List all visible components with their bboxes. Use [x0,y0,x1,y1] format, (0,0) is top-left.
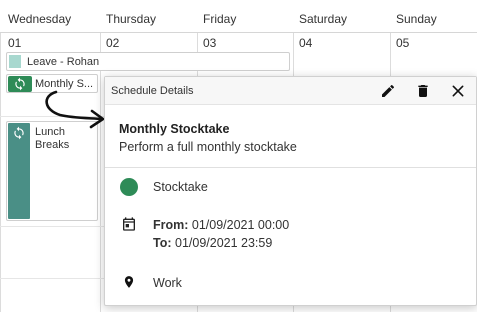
from-value: 01/09/2021 00:00 [188,218,290,232]
day-header-row: Wednesday Thursday Friday Saturday Sunda… [0,0,477,33]
event-lunch-breaks[interactable]: Lunch Breaks [6,121,98,221]
recurring-icon [14,126,24,140]
date-number[interactable]: 03 [197,34,216,52]
day-header: Friday [203,12,237,26]
schedule-details-popup: Schedule Details Monthly Stocktake Perfo… [104,76,477,306]
from-label: From: [153,218,189,232]
pointer-arrow-icon [45,90,105,129]
event-color-bar [8,123,30,219]
grid-line [0,278,104,279]
calendar-icon [123,217,135,231]
grid-line [0,226,104,227]
date-number[interactable]: 01 [2,34,21,52]
event-subject: Monthly Stocktake [119,122,230,136]
edit-icon[interactable] [378,81,398,101]
popup-title: Schedule Details [111,85,194,97]
recurring-icon [8,76,32,92]
popup-header: Schedule Details [105,77,476,105]
day-header: Thursday [106,12,157,26]
close-icon[interactable] [448,81,468,101]
event-description: Perform a full monthly stocktake [119,140,297,154]
category-color-dot [120,178,138,196]
day-header: Wednesday [8,12,72,26]
location-pin-icon [124,276,134,288]
delete-icon[interactable] [413,81,433,101]
event-to: To: 01/09/2021 23:59 [153,236,272,250]
day-header: Sunday [396,12,437,26]
event-leave[interactable]: Leave - Rohan [6,52,290,71]
date-number[interactable]: 05 [390,34,409,52]
to-label: To: [153,236,172,250]
date-number[interactable]: 04 [293,34,312,52]
divider [105,167,476,168]
event-color-swatch [9,55,21,68]
event-from: From: 01/09/2021 00:00 [153,218,289,232]
day-header: Saturday [299,12,348,26]
to-value: 01/09/2021 23:59 [171,236,273,250]
date-number[interactable]: 02 [100,34,119,52]
event-location: Work [153,276,182,290]
event-label: Leave - Rohan [27,56,100,68]
grid-line [0,0,1,312]
event-category: Stocktake [153,180,208,194]
